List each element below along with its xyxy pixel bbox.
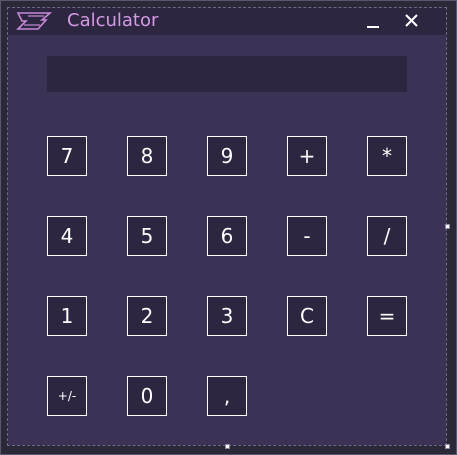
key-6[interactable]: 6 xyxy=(207,216,247,256)
key-multiply[interactable]: * xyxy=(367,136,407,176)
window-title: Calculator xyxy=(67,10,159,31)
key-0[interactable]: 0 xyxy=(127,376,167,416)
key-4[interactable]: 4 xyxy=(47,216,87,256)
key-2[interactable]: 2 xyxy=(127,296,167,336)
resize-handle-bottom[interactable] xyxy=(225,444,230,449)
key-1[interactable]: 1 xyxy=(47,296,87,336)
key-8[interactable]: 8 xyxy=(127,136,167,176)
resize-handle-right[interactable] xyxy=(445,224,450,229)
key-5[interactable]: 5 xyxy=(127,216,167,256)
minimize-icon xyxy=(367,26,379,28)
minimize-button[interactable] xyxy=(361,10,385,32)
calculator-logo-icon xyxy=(16,12,53,30)
calculator-window: Calculator 7 8 9 + * 4 5 6 - / 1 2 3 C =… xyxy=(8,8,446,445)
close-button[interactable] xyxy=(400,10,424,32)
key-clear[interactable]: C xyxy=(287,296,327,336)
title-bar[interactable]: Calculator xyxy=(8,8,446,35)
display-field[interactable] xyxy=(47,56,407,92)
key-equals[interactable]: = xyxy=(367,296,407,336)
key-add[interactable]: + xyxy=(287,136,327,176)
close-icon xyxy=(405,14,418,27)
key-decimal[interactable]: , xyxy=(207,376,247,416)
resize-handle-corner[interactable] xyxy=(445,444,450,449)
key-7[interactable]: 7 xyxy=(47,136,87,176)
key-subtract[interactable]: - xyxy=(287,216,327,256)
key-divide[interactable]: / xyxy=(367,216,407,256)
key-9[interactable]: 9 xyxy=(207,136,247,176)
key-3[interactable]: 3 xyxy=(207,296,247,336)
key-negate[interactable]: +/- xyxy=(47,376,87,416)
